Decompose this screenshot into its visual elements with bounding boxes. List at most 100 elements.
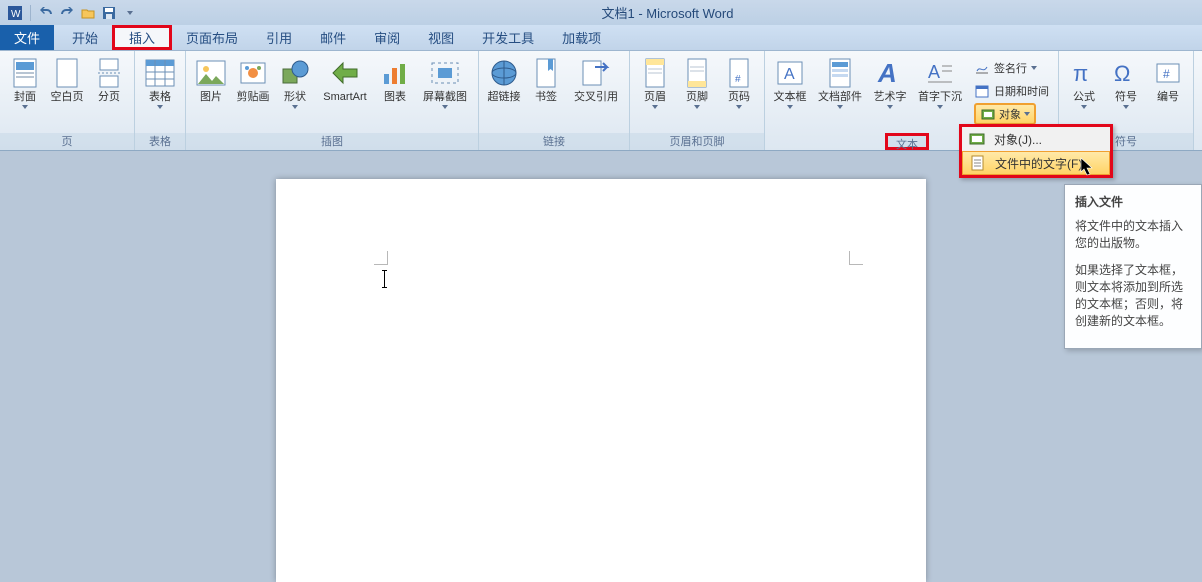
screenshot-icon: [429, 57, 461, 89]
chart-button[interactable]: 图表: [375, 55, 415, 103]
group-header-footer: 页眉 页脚 # 页码 页眉和页脚: [630, 51, 765, 150]
smartart-button[interactable]: SmartArt: [317, 55, 373, 103]
tab-home[interactable]: 开始: [58, 25, 112, 50]
table-icon: [144, 57, 176, 89]
equation-label: 公式: [1073, 91, 1095, 103]
tooltip-p1: 将文件中的文本插入您的出版物。: [1075, 218, 1191, 252]
quickparts-button[interactable]: 文档部件: [812, 55, 868, 109]
wordart-icon: A: [874, 57, 906, 89]
tab-developer[interactable]: 开发工具: [468, 25, 548, 50]
window-title: 文档1 - Microsoft Word: [139, 3, 1196, 22]
tab-page-layout[interactable]: 页面布局: [172, 25, 252, 50]
tab-review[interactable]: 审阅: [360, 25, 414, 50]
text-from-file-icon: [969, 154, 987, 172]
document-area: [0, 151, 1202, 582]
object-label: 对象: [999, 106, 1021, 122]
clipart-icon: [237, 57, 269, 89]
object-button-row: 对象: [970, 103, 1053, 125]
tab-mailings[interactable]: 邮件: [306, 25, 360, 50]
svg-text:W: W: [11, 9, 21, 20]
qat-separator: [30, 5, 31, 21]
group-tables: 表格 表格: [135, 51, 186, 150]
undo-icon[interactable]: [37, 4, 55, 22]
margin-corner-tr: [849, 251, 869, 271]
open-icon[interactable]: [79, 4, 97, 22]
dropcap-label: 首字下沉: [918, 91, 962, 103]
page-break-button[interactable]: 分页: [89, 55, 129, 103]
number-label: 编号: [1157, 91, 1179, 103]
tab-references[interactable]: 引用: [252, 25, 306, 50]
group-tables-label: 表格: [135, 133, 185, 150]
header-button[interactable]: 页眉: [635, 55, 675, 109]
hyperlink-button[interactable]: 超链接: [484, 55, 524, 103]
number-icon: #: [1152, 57, 1184, 89]
equation-button[interactable]: π 公式: [1064, 55, 1104, 109]
page-break-label: 分页: [98, 91, 120, 103]
qat-dropdown-icon[interactable]: [121, 4, 139, 22]
dropcap-icon: A: [924, 57, 956, 89]
svg-text:Ω: Ω: [1114, 61, 1130, 86]
mouse-cursor-icon: [1080, 157, 1096, 177]
shapes-button[interactable]: 形状: [275, 55, 315, 109]
textbox-label: 文本框: [774, 91, 807, 103]
menu-item-object[interactable]: 对象(J)...: [962, 127, 1110, 151]
quickparts-label: 文档部件: [818, 91, 862, 103]
wordart-button[interactable]: A 艺术字: [870, 55, 910, 109]
signature-line-button[interactable]: 签名行: [970, 57, 1053, 79]
svg-text:A: A: [928, 62, 940, 82]
cover-page-button[interactable]: 封面: [5, 55, 45, 109]
group-text: A 文本框 文档部件 A 艺术字 A 首字下沉 签名行: [765, 51, 1059, 150]
save-icon[interactable]: [100, 4, 118, 22]
group-links: 超链接 书签 交叉引用 链接: [479, 51, 630, 150]
picture-icon: [195, 57, 227, 89]
symbol-button[interactable]: Ω 符号: [1106, 55, 1146, 109]
object-button[interactable]: 对象: [974, 103, 1036, 125]
textbox-button[interactable]: A 文本框: [770, 55, 810, 109]
header-label: 页眉: [644, 91, 666, 103]
datetime-label: 日期和时间: [994, 83, 1049, 99]
screenshot-button[interactable]: 屏幕截图: [417, 55, 473, 109]
table-button[interactable]: 表格: [140, 55, 180, 109]
pagenum-label: 页码: [728, 91, 750, 103]
number-button[interactable]: # 编号: [1148, 55, 1188, 103]
crossref-button[interactable]: 交叉引用: [568, 55, 624, 103]
crossref-icon: [580, 57, 612, 89]
pagenum-button[interactable]: # 页码: [719, 55, 759, 109]
svg-text:A: A: [877, 58, 897, 88]
word-icon[interactable]: W: [6, 4, 24, 22]
group-illustrations-label: 插图: [186, 133, 478, 150]
smartart-icon: [329, 57, 361, 89]
redo-icon[interactable]: [58, 4, 76, 22]
quick-access-toolbar: W: [6, 4, 139, 22]
header-icon: [639, 57, 671, 89]
picture-button[interactable]: 图片: [191, 55, 231, 103]
tab-addins[interactable]: 加载项: [548, 25, 615, 50]
group-illustrations: 图片 剪贴画 形状 SmartArt 图表 屏幕截图 插图: [186, 51, 479, 150]
bookmark-button[interactable]: 书签: [526, 55, 566, 103]
group-hf-label: 页眉和页脚: [630, 133, 764, 150]
datetime-button[interactable]: 日期和时间: [970, 80, 1053, 102]
blank-page-button[interactable]: 空白页: [47, 55, 87, 103]
signature-line-label: 签名行: [994, 60, 1027, 76]
svg-text:A: A: [784, 66, 795, 83]
textbox-icon: A: [774, 57, 806, 89]
hyperlink-icon: [488, 57, 520, 89]
menu-item-text-from-file-label: 文件中的文字(F)...: [995, 155, 1092, 172]
shapes-label: 形状: [284, 91, 306, 103]
tab-view[interactable]: 视图: [414, 25, 468, 50]
tab-insert[interactable]: 插入: [112, 25, 172, 50]
chart-label: 图表: [384, 91, 406, 103]
cover-page-icon: [9, 57, 41, 89]
clipart-button[interactable]: 剪贴画: [233, 55, 273, 103]
bookmark-label: 书签: [535, 91, 557, 103]
hyperlink-label: 超链接: [488, 91, 521, 103]
footer-button[interactable]: 页脚: [677, 55, 717, 109]
smartart-label: SmartArt: [323, 91, 366, 103]
tab-file[interactable]: 文件: [0, 25, 54, 50]
tooltip-insert-file: 插入文件 将文件中的文本插入您的出版物。 如果选择了文本框，则文本将添加到所选的…: [1064, 184, 1202, 349]
document-page[interactable]: [276, 179, 926, 582]
ribbon-tabs: 文件 开始 插入 页面布局 引用 邮件 审阅 视图 开发工具 加载项: [0, 25, 1202, 51]
bookmark-icon: [530, 57, 562, 89]
shapes-icon: [279, 57, 311, 89]
dropcap-button[interactable]: A 首字下沉: [912, 55, 968, 109]
